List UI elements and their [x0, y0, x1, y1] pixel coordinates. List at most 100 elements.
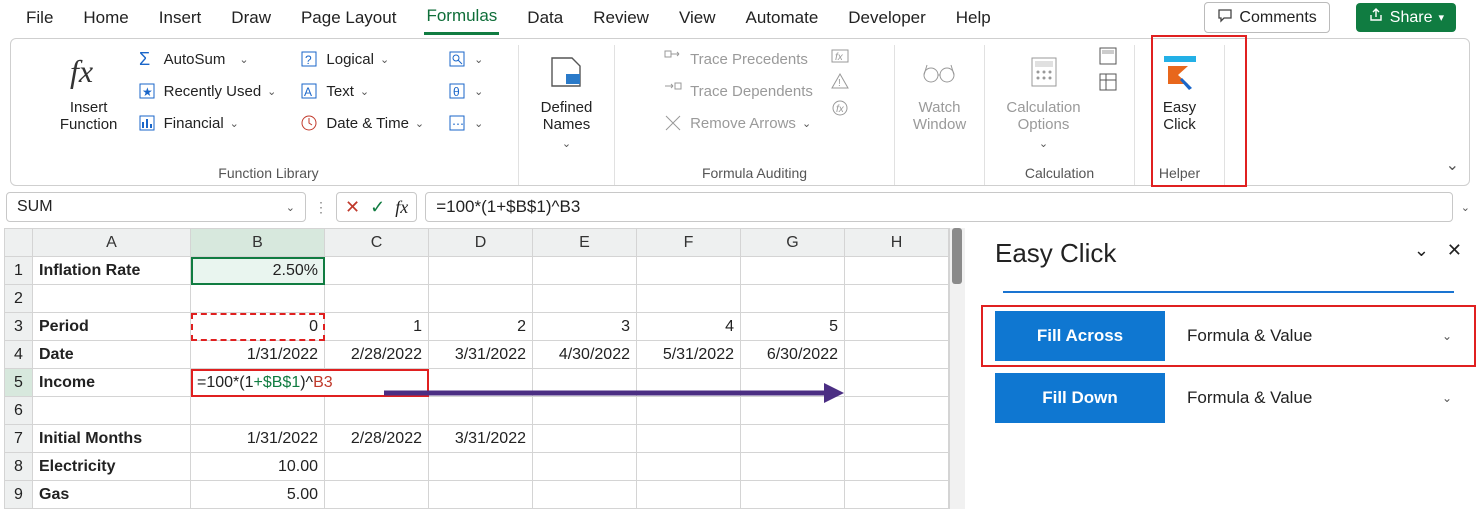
cell-B8[interactable]: 10.00 — [191, 453, 325, 481]
chevron-down-icon[interactable]: ⌄ — [562, 138, 571, 151]
logical-button[interactable]: ? Logical ⌄ — [294, 45, 428, 73]
fill-down-button[interactable]: Fill Down — [995, 373, 1165, 423]
scrollbar-thumb[interactable] — [952, 228, 962, 284]
chevron-down-icon[interactable]: ⌄ — [802, 117, 811, 130]
tab-automate[interactable]: Automate — [744, 2, 821, 34]
tab-formulas[interactable]: Formulas — [424, 0, 499, 35]
cell-C7[interactable]: 2/28/2022 — [325, 425, 429, 453]
cell-A5[interactable]: Income — [33, 369, 191, 397]
remove-arrows-button[interactable]: Remove Arrows ⌄ — [658, 109, 817, 137]
row-1[interactable]: 1 Inflation Rate 2.50% — [5, 257, 949, 285]
cell-B4[interactable]: 1/31/2022 — [191, 341, 325, 369]
chevron-down-icon[interactable]: ⌄ — [267, 85, 276, 98]
trace-dependents-button[interactable]: Trace Dependents — [658, 77, 817, 105]
chevron-down-icon[interactable]: ⌄ — [380, 53, 389, 66]
row-5[interactable]: 5 Income =100*(1+$B$1)^B3 — [5, 369, 949, 397]
cell-B9[interactable]: 5.00 — [191, 481, 325, 509]
row-4[interactable]: 4 Date 1/31/2022 2/28/2022 3/31/2022 4/3… — [5, 341, 949, 369]
row-hdr[interactable]: 8 — [5, 453, 33, 481]
row-7[interactable]: 7 Initial Months 1/31/2022 2/28/2022 3/3… — [5, 425, 949, 453]
row-2[interactable]: 2 — [5, 285, 949, 313]
watch-window-button[interactable]: Watch Window — [907, 45, 972, 138]
show-formulas-icon[interactable]: fx — [829, 45, 851, 67]
tab-home[interactable]: Home — [81, 2, 130, 34]
cell-G3[interactable]: 5 — [741, 313, 845, 341]
row-hdr[interactable]: 7 — [5, 425, 33, 453]
cell-F3[interactable]: 4 — [637, 313, 741, 341]
cell-A3[interactable]: Period — [33, 313, 191, 341]
insert-function-button[interactable]: fx Insert Function — [50, 45, 128, 138]
cell-E4[interactable]: 4/30/2022 — [533, 341, 637, 369]
lookup-button[interactable]: ⌄ — [442, 45, 487, 73]
row-3[interactable]: 3 Period 0 1 2 3 4 5 — [5, 313, 949, 341]
more-functions-button[interactable]: ⋯ ⌄ — [442, 109, 487, 137]
trace-precedents-button[interactable]: Trace Precedents — [658, 45, 817, 73]
col-hdr-C[interactable]: C — [325, 229, 429, 257]
cancel-edit-icon[interactable]: ✕ — [345, 197, 360, 218]
col-hdr-B[interactable]: B — [191, 229, 325, 257]
row-hdr[interactable]: 4 — [5, 341, 33, 369]
col-hdr-F[interactable]: F — [637, 229, 741, 257]
row-hdr[interactable]: 1 — [5, 257, 33, 285]
autosum-button[interactable]: Σ AutoSum ⌄ — [132, 45, 281, 73]
col-hdr-A[interactable]: A — [33, 229, 191, 257]
row-8[interactable]: 8 Electricity 10.00 — [5, 453, 949, 481]
row-hdr[interactable]: 5 — [5, 369, 33, 397]
chevron-down-icon[interactable]: ⌄ — [286, 201, 295, 214]
tab-data[interactable]: Data — [525, 2, 565, 34]
cell-B7[interactable]: 1/31/2022 — [191, 425, 325, 453]
cell-B3[interactable]: 0 — [191, 313, 325, 341]
tab-page-layout[interactable]: Page Layout — [299, 2, 398, 34]
tab-draw[interactable]: Draw — [229, 2, 273, 34]
error-checking-icon[interactable]: ! — [829, 71, 851, 93]
chevron-down-icon[interactable]: ⌄ — [239, 53, 248, 66]
chevron-down-icon[interactable]: ⌄ — [474, 117, 483, 130]
cell-A9[interactable]: Gas — [33, 481, 191, 509]
cell-D7[interactable]: 3/31/2022 — [429, 425, 533, 453]
cell-A7[interactable]: Initial Months — [33, 425, 191, 453]
cell-A8[interactable]: Electricity — [33, 453, 191, 481]
cell-C3[interactable]: 1 — [325, 313, 429, 341]
cell-D3[interactable]: 2 — [429, 313, 533, 341]
chevron-down-icon[interactable]: ⌄ — [415, 117, 424, 130]
fill-across-button[interactable]: Fill Across — [995, 311, 1165, 361]
defined-names-button[interactable]: Defined Names ⌄ — [535, 45, 599, 154]
tab-help[interactable]: Help — [954, 2, 993, 34]
col-hdr-D[interactable]: D — [429, 229, 533, 257]
cell-F4[interactable]: 5/31/2022 — [637, 341, 741, 369]
cell-C4[interactable]: 2/28/2022 — [325, 341, 429, 369]
chevron-down-icon[interactable]: ⌄ — [1039, 138, 1048, 151]
evaluate-formula-icon[interactable]: fx — [829, 97, 851, 119]
row-hdr[interactable]: 2 — [5, 285, 33, 313]
expand-formula-bar-icon[interactable]: ⌄ — [1461, 201, 1470, 214]
cell-D4[interactable]: 3/31/2022 — [429, 341, 533, 369]
row-hdr[interactable]: 6 — [5, 397, 33, 425]
worksheet[interactable]: A B C D E F G H 1 Inflation Rate 2.50% 2… — [4, 228, 949, 509]
tab-insert[interactable]: Insert — [157, 2, 204, 34]
text-button[interactable]: A Text ⌄ — [294, 77, 428, 105]
cell-G4[interactable]: 6/30/2022 — [741, 341, 845, 369]
chevron-down-icon[interactable]: ⌄ — [230, 117, 239, 130]
tab-review[interactable]: Review — [591, 2, 651, 34]
chevron-down-icon[interactable]: ⌄ — [360, 85, 369, 98]
comments-button[interactable]: Comments — [1204, 2, 1329, 33]
vertical-scrollbar[interactable] — [949, 228, 965, 509]
fill-down-mode-select[interactable]: Formula & Value ⌄ — [1177, 373, 1462, 423]
calculation-options-button[interactable]: Calculation Options ⌄ — [1000, 45, 1086, 154]
easy-click-button[interactable]: Easy Click — [1151, 45, 1209, 138]
calc-sheet-icon[interactable] — [1097, 71, 1119, 93]
col-hdr-E[interactable]: E — [533, 229, 637, 257]
row-hdr[interactable]: 9 — [5, 481, 33, 509]
chevron-down-icon[interactable]: ⌄ — [1414, 240, 1429, 261]
financial-button[interactable]: Financial ⌄ — [132, 109, 281, 137]
recently-used-button[interactable]: ★ Recently Used ⌄ — [132, 77, 281, 105]
chevron-down-icon[interactable]: ⌄ — [474, 85, 483, 98]
close-icon[interactable]: ✕ — [1447, 240, 1462, 261]
cell-A1[interactable]: Inflation Rate — [33, 257, 191, 285]
tab-file[interactable]: File — [24, 2, 55, 34]
col-hdr-H[interactable]: H — [845, 229, 949, 257]
col-hdr-G[interactable]: G — [741, 229, 845, 257]
tab-view[interactable]: View — [677, 2, 718, 34]
cell-B5-editing[interactable]: =100*(1+$B$1)^B3 — [191, 369, 429, 397]
cell-E3[interactable]: 3 — [533, 313, 637, 341]
